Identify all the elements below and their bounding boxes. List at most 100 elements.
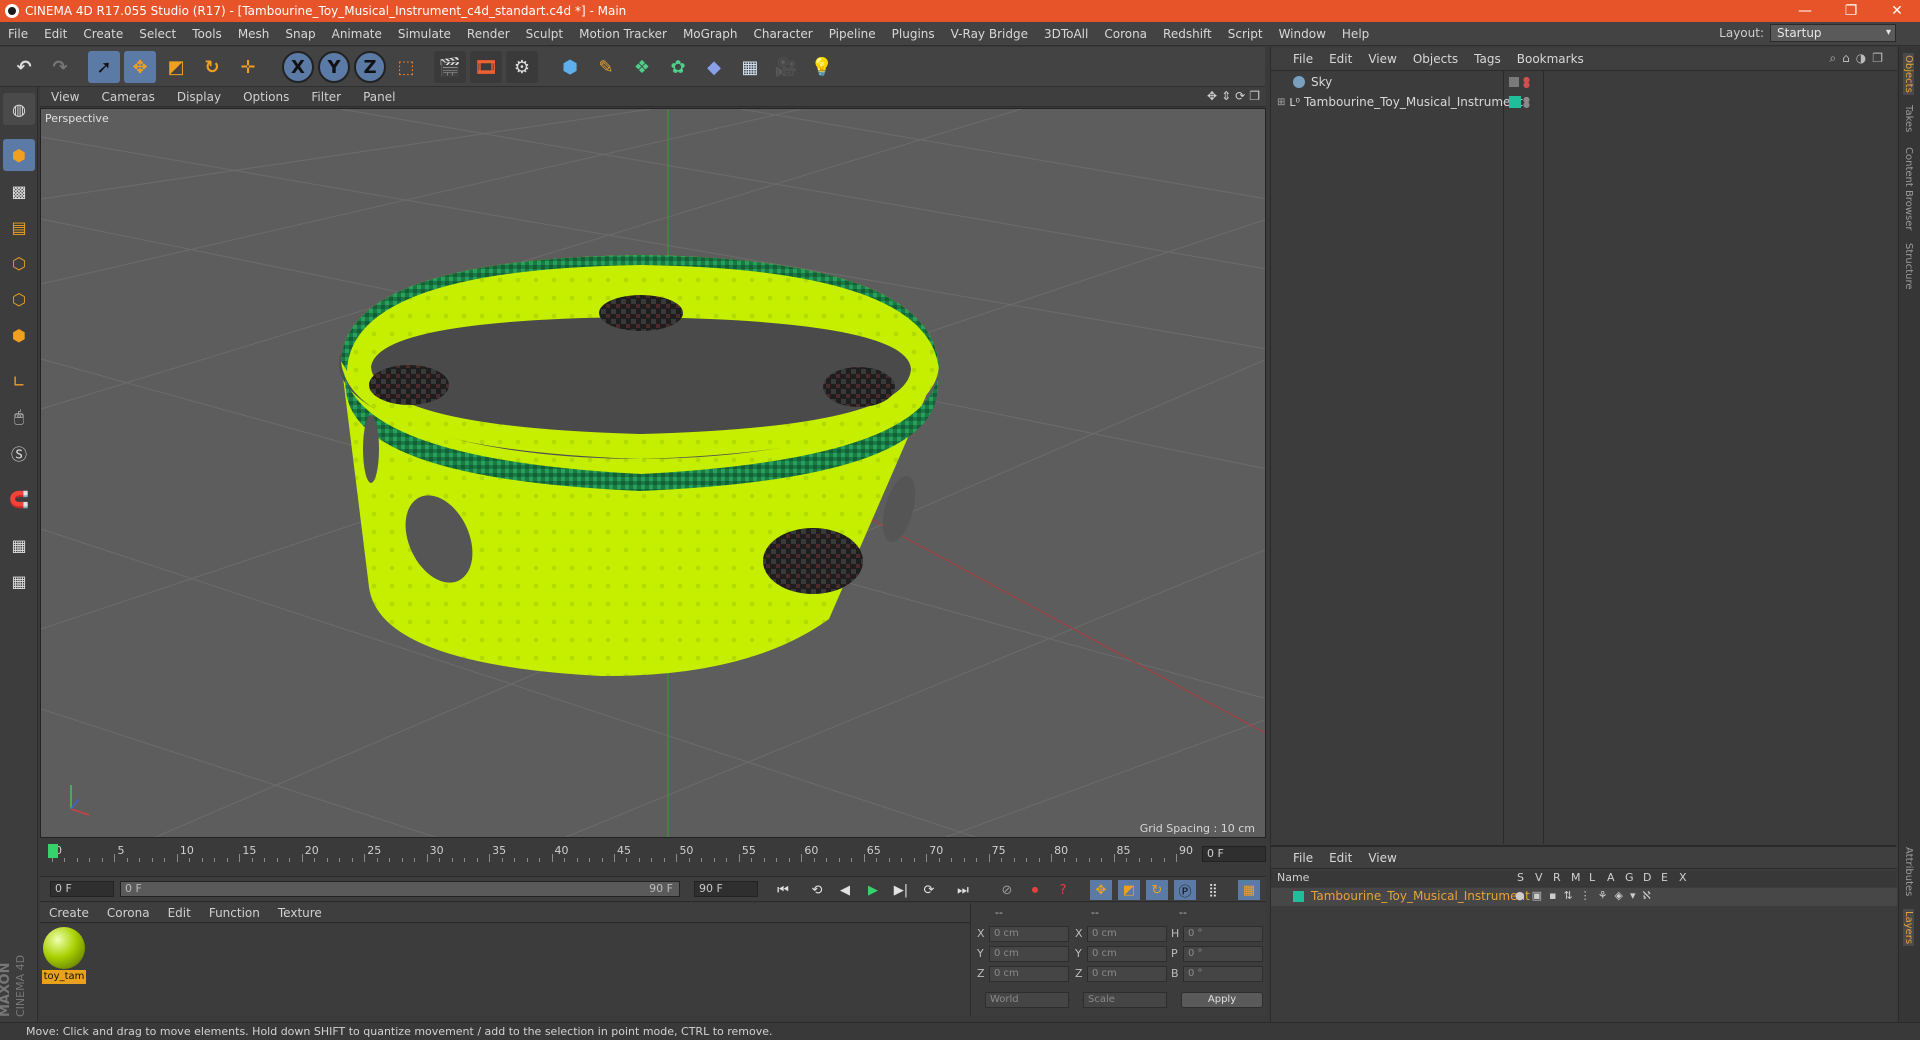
tambourine-model[interactable] [339, 255, 939, 677]
previous-key-icon[interactable]: ⟲ [806, 880, 828, 900]
material-menu-function[interactable]: Function [200, 906, 269, 920]
material-menu-texture[interactable]: Texture [269, 906, 331, 920]
camera-object-icon[interactable]: 🎥 [770, 51, 802, 83]
layer-name[interactable]: Tambourine_Toy_Musical_Instrument [1311, 889, 1530, 903]
play-icon[interactable]: ▶ [862, 880, 884, 900]
step-forward-icon[interactable]: ▶| [890, 880, 912, 900]
render-view-icon[interactable]: 🎬 [434, 51, 466, 83]
key-scale-icon[interactable]: ◩ [1118, 880, 1140, 900]
light-object-icon[interactable]: 💡 [806, 51, 838, 83]
deformer-icon[interactable]: ◆ [698, 51, 730, 83]
next-key-icon[interactable]: ⟳ [918, 880, 940, 900]
menu-help[interactable]: Help [1334, 27, 1377, 41]
material-swatch[interactable]: toy_tam [42, 926, 86, 984]
render-picture-viewer-icon[interactable]: 🎞 [470, 51, 502, 83]
objects-menu-edit[interactable]: Edit [1321, 52, 1360, 66]
viewport-menu-cameras[interactable]: Cameras [90, 90, 165, 104]
end-frame-field[interactable]: 90 F [694, 881, 758, 897]
scale-icon[interactable]: ◩ [160, 51, 192, 83]
texture-mode-icon[interactable]: ▩ [3, 175, 35, 207]
viewport-maximize-icon[interactable]: ❐ [1249, 89, 1260, 103]
size-z-field[interactable]: 0 cm [1087, 966, 1167, 982]
tambourine-render-toggle-icon[interactable]: ● ● [1523, 96, 1530, 109]
x-axis-icon[interactable]: X [282, 51, 314, 83]
tab-structure[interactable]: Structure [1903, 243, 1914, 290]
menu-vray-bridge[interactable]: V-Ray Bridge [943, 27, 1036, 41]
y-axis-icon[interactable]: Y [318, 51, 350, 83]
tab-objects[interactable]: Objects [1903, 53, 1914, 95]
go-to-start-icon[interactable]: ⏮ [772, 880, 794, 900]
size-x-field[interactable]: 0 cm [1087, 926, 1167, 942]
menu-simulate[interactable]: Simulate [390, 27, 459, 41]
object-row-tambourine[interactable]: ⊞ L⁰ Tambourine_Toy_Musical_Instrument ●… [1271, 93, 1897, 111]
menu-mograph[interactable]: MoGraph [675, 27, 746, 41]
locked-workplane-icon[interactable]: ▦ [3, 529, 35, 561]
objects-menu-objects[interactable]: Objects [1405, 52, 1466, 66]
live-select-icon[interactable]: ➚ [88, 51, 120, 83]
menu-plugins[interactable]: Plugins [884, 27, 943, 41]
sky-visibility-icon[interactable] [1509, 77, 1519, 87]
rotate-icon[interactable]: ↻ [196, 51, 228, 83]
menu-character[interactable]: Character [745, 27, 820, 41]
key-rotation-icon[interactable]: ↻ [1146, 880, 1168, 900]
menu-file[interactable]: File [0, 27, 36, 41]
tab-content-browser[interactable]: Content Browser [1903, 147, 1914, 230]
snap-magnet-icon[interactable]: 🧲 [3, 483, 35, 515]
coordinate-space-select[interactable]: World [985, 992, 1069, 1008]
viewport-menu-options[interactable]: Options [232, 90, 300, 104]
layer-toggle-icons[interactable]: ●▣▪⇅⋮⚘◈▾ℵ [1515, 889, 1658, 902]
objects-menu-view[interactable]: View [1360, 52, 1404, 66]
tab-attributes[interactable]: Attributes [1903, 847, 1914, 896]
key-pla-icon[interactable]: ⣿ [1202, 880, 1224, 900]
menu-create[interactable]: Create [75, 27, 131, 41]
points-mode-icon[interactable]: ⬡ [3, 247, 35, 279]
layers-menu-edit[interactable]: Edit [1321, 851, 1360, 865]
move-icon[interactable]: ✥ [124, 51, 156, 83]
redo-icon[interactable]: ↷ [44, 51, 76, 83]
perspective-viewport[interactable]: Perspective Grid Spacing : 10 cm [40, 108, 1266, 838]
expand-icon[interactable]: ⊞ [1277, 97, 1285, 108]
apply-button[interactable]: Apply [1181, 992, 1263, 1008]
range-slider[interactable]: 0 F 90 F [120, 881, 680, 897]
motion-record-icon[interactable]: ⊘ [996, 880, 1018, 900]
key-parameter-icon[interactable]: Ⓟ [1174, 880, 1196, 900]
menu-edit[interactable]: Edit [36, 27, 75, 41]
object-row-sky[interactable]: Sky ● ● [1271, 73, 1897, 91]
viewport-zoom-icon[interactable]: ⇕ [1221, 89, 1231, 103]
menu-motion-tracker[interactable]: Motion Tracker [571, 27, 675, 41]
workplane-icon[interactable]: ▤ [3, 211, 35, 243]
material-menu-corona[interactable]: Corona [98, 906, 159, 920]
viewport-menu-view[interactable]: View [40, 90, 90, 104]
menu-tools[interactable]: Tools [184, 27, 230, 41]
menu-animate[interactable]: Animate [324, 27, 390, 41]
rotation-h-field[interactable]: 0 ° [1183, 926, 1263, 942]
cube-object-icon[interactable]: ⬢ [554, 51, 586, 83]
layers-menu-view[interactable]: View [1360, 851, 1404, 865]
go-to-end-icon[interactable]: ⏭ [952, 880, 974, 900]
menu-mesh[interactable]: Mesh [230, 27, 278, 41]
position-z-field[interactable]: 0 cm [989, 966, 1069, 982]
autokey-icon[interactable]: ? [1052, 880, 1074, 900]
tweak-mode-icon[interactable]: 🖱 [3, 401, 35, 433]
objects-menu-file[interactable]: File [1285, 52, 1321, 66]
menu-corona[interactable]: Corona [1096, 27, 1155, 41]
rotation-b-field[interactable]: 0 ° [1183, 966, 1263, 982]
start-frame-field[interactable]: 0 F [50, 881, 114, 897]
viewport-rotate-icon[interactable]: ⟳ [1235, 89, 1245, 103]
z-axis-icon[interactable]: Z [354, 51, 386, 83]
planar-workplane-icon[interactable]: ▦ [3, 565, 35, 597]
size-y-field[interactable]: 0 cm [1087, 946, 1167, 962]
polygons-mode-icon[interactable]: ⬢ [3, 319, 35, 351]
menu-window[interactable]: Window [1271, 27, 1334, 41]
model-mode-icon[interactable]: ⬢ [3, 139, 35, 171]
position-y-field[interactable]: 0 cm [989, 946, 1069, 962]
pen-spline-icon[interactable]: ✎ [590, 51, 622, 83]
material-menu-edit[interactable]: Edit [159, 906, 200, 920]
layers-menu-file[interactable]: File [1285, 851, 1321, 865]
viewport-menu-display[interactable]: Display [166, 90, 232, 104]
undo-icon[interactable]: ↶ [8, 51, 40, 83]
subdivision-surface-icon[interactable]: ❖ [626, 51, 658, 83]
tab-takes[interactable]: Takes [1903, 105, 1914, 132]
key-position-icon[interactable]: ✥ [1090, 880, 1112, 900]
timeline-window-icon[interactable]: ▦ [1238, 880, 1260, 900]
